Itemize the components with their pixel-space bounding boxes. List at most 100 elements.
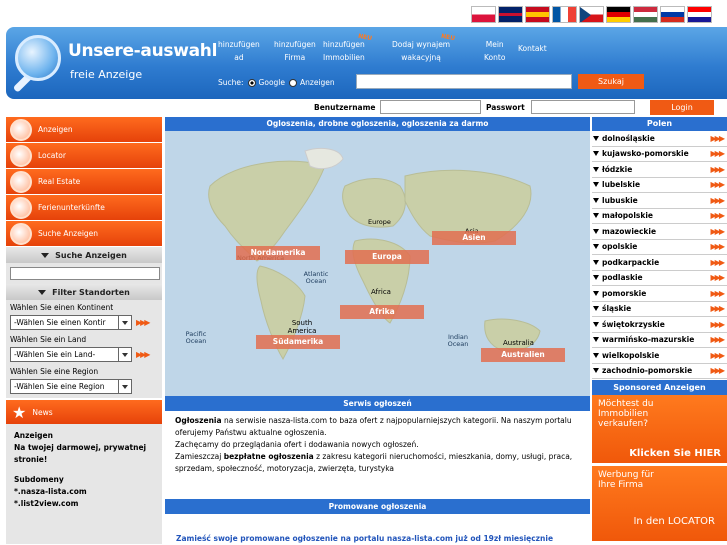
serwis-text: Ogłoszenia na serwisie nasza-lista.com t…	[175, 416, 573, 473]
anzeigen-radio-label: Anzeigen	[300, 78, 335, 87]
voivodeship-item[interactable]: łódzkie ▶▶▶	[592, 162, 727, 178]
voivodeship-item[interactable]: lubelskie ▶▶▶	[592, 177, 727, 193]
voivodeship-item[interactable]: wielkopolskie ▶▶▶	[592, 348, 727, 364]
voivodeship-label: łódzkie	[602, 164, 633, 174]
go-arrows-icon[interactable]: ▶▶▶	[711, 366, 726, 375]
triangle-down-icon	[593, 228, 599, 234]
nav-contact[interactable]: Kontakt	[518, 42, 547, 55]
promo-link[interactable]: Zamieść swoje promowane ogłoszenie na po…	[176, 534, 553, 543]
ad-real-estate[interactable]: Möchtest du Immobilien verkaufen? Klicke…	[592, 395, 727, 463]
go-arrows-icon[interactable]: ▶▶▶	[136, 318, 151, 327]
uk-flag-icon[interactable]	[498, 6, 523, 23]
search-input[interactable]	[356, 74, 572, 89]
news-body: Anzeigen Na twojej darmowej, prywatnej s…	[6, 424, 162, 544]
news-domain-1[interactable]: *.nasza-lista.com	[14, 486, 154, 498]
login-button[interactable]: Login	[650, 100, 714, 115]
voivodeship-item[interactable]: pomorskie ▶▶▶	[592, 286, 727, 302]
region-nordamerika[interactable]: Nordamerika	[236, 246, 320, 260]
voivodeship-item[interactable]: dolnośląskie ▶▶▶	[592, 131, 727, 147]
country-select[interactable]: -Wählen Sie ein Land-	[10, 347, 132, 362]
go-arrows-icon[interactable]: ▶▶▶	[711, 273, 726, 282]
filter-header[interactable]: Filter Standorten	[6, 284, 162, 300]
go-arrows-icon[interactable]: ▶▶▶	[136, 350, 151, 359]
voivodeship-item[interactable]: podlaskie ▶▶▶	[592, 270, 727, 286]
voivodeship-label: zachodnio-pomorskie	[602, 366, 693, 376]
voivodeship-item[interactable]: podkarpackie ▶▶▶	[592, 255, 727, 271]
czech-flag-icon[interactable]	[579, 6, 604, 23]
triangle-down-icon	[593, 290, 599, 296]
continent-select[interactable]: -Wählen Sie einen Kontir	[10, 315, 132, 330]
go-arrows-icon[interactable]: ▶▶▶	[711, 351, 726, 360]
magnifier-icon	[10, 144, 32, 167]
logo-title[interactable]: Unsere-auswahl	[68, 41, 217, 61]
triangle-down-icon	[593, 166, 599, 172]
username-input[interactable]	[380, 100, 481, 114]
magnifier-icon	[10, 196, 32, 219]
go-arrows-icon[interactable]: ▶▶▶	[711, 134, 726, 143]
croatian-flag-icon[interactable]	[687, 6, 712, 23]
go-arrows-icon[interactable]: ▶▶▶	[711, 165, 726, 174]
search-ads-header[interactable]: Suche Anzeigen	[6, 247, 162, 263]
spanish-flag-icon[interactable]	[525, 6, 550, 23]
voivodeship-item[interactable]: świętokrzyskie ▶▶▶	[592, 317, 727, 333]
nav-add-rental[interactable]: Dodaj wynajem wakacyjną	[392, 38, 450, 64]
news-subdomains: Subdomeny	[14, 475, 64, 484]
polen-header: Polen	[592, 117, 727, 131]
nav-add-company[interactable]: hinzufügen Firma	[274, 38, 316, 64]
search-button[interactable]: Szukaj	[578, 74, 644, 89]
nav-add-real-estate[interactable]: hinzufügen Immobilien	[323, 38, 365, 64]
french-flag-icon[interactable]	[552, 6, 577, 23]
nav-my-account[interactable]: Mein Konto	[484, 38, 505, 64]
label-south-america: South America	[287, 319, 317, 335]
region-asien[interactable]: Asien	[432, 231, 516, 245]
voivodeship-label: lubuskie	[602, 195, 638, 205]
password-input[interactable]	[531, 100, 635, 114]
go-arrows-icon[interactable]: ▶▶▶	[711, 304, 726, 313]
go-arrows-icon[interactable]: ▶▶▶	[711, 149, 726, 158]
voivodeship-item[interactable]: śląskie ▶▶▶	[592, 301, 727, 317]
menu-suche-anzeigen[interactable]: Suche Anzeigen	[6, 221, 162, 246]
voivodeship-item[interactable]: małopolskie ▶▶▶	[592, 208, 727, 224]
login-bar: Benutzername Passwort Login	[0, 99, 727, 117]
region-europa[interactable]: Europa	[345, 250, 429, 264]
menu-locator[interactable]: Locator	[6, 143, 162, 168]
polish-flag-icon[interactable]	[471, 6, 496, 23]
voivodeship-item[interactable]: kujawsko-pomorskie ▶▶▶	[592, 146, 727, 162]
label-australia: Australia	[503, 339, 534, 347]
google-radio[interactable]	[247, 78, 256, 87]
go-arrows-icon[interactable]: ▶▶▶	[711, 289, 726, 298]
voivodeship-item[interactable]: warmińsko-mazurskie ▶▶▶	[592, 332, 727, 348]
world-map[interactable]: North America Europe Asia Africa South A…	[165, 131, 590, 396]
news-header: ★ News	[6, 400, 162, 424]
go-arrows-icon[interactable]: ▶▶▶	[711, 335, 726, 344]
region-afrika[interactable]: Afrika	[340, 305, 424, 319]
ads-search-input[interactable]	[10, 267, 160, 280]
hungarian-flag-icon[interactable]	[633, 6, 658, 23]
go-arrows-icon[interactable]: ▶▶▶	[711, 258, 726, 267]
go-arrows-icon[interactable]: ▶▶▶	[711, 211, 726, 220]
go-arrows-icon[interactable]: ▶▶▶	[711, 227, 726, 236]
region-select[interactable]: -Wählen Sie eine Region	[10, 379, 132, 394]
voivodeship-item[interactable]: mazowieckie ▶▶▶	[592, 224, 727, 240]
anzeigen-radio[interactable]	[289, 78, 297, 87]
menu-ferienunterkuenfte[interactable]: Ferienunterkünfte	[6, 195, 162, 220]
go-arrows-icon[interactable]: ▶▶▶	[711, 320, 726, 329]
voivodeship-item[interactable]: lubuskie ▶▶▶	[592, 193, 727, 209]
news-domain-2[interactable]: *.list2view.com	[14, 498, 154, 510]
go-arrows-icon[interactable]: ▶▶▶	[711, 196, 726, 205]
german-flag-icon[interactable]	[606, 6, 631, 23]
voivodeship-item[interactable]: opolskie ▶▶▶	[592, 239, 727, 255]
voivodeship-item[interactable]: zachodnio-pomorskie ▶▶▶	[592, 363, 727, 379]
region-australien[interactable]: Australien	[481, 348, 565, 362]
voivodeship-label: opolskie	[602, 242, 638, 252]
go-arrows-icon[interactable]: ▶▶▶	[711, 180, 726, 189]
menu-real-estate[interactable]: Real Estate	[6, 169, 162, 194]
ad-company-locator[interactable]: Werbung für Ihre Firma In den LOCATOR	[592, 466, 727, 541]
news-anzeigen: Anzeigen	[14, 431, 53, 440]
region-suedamerika[interactable]: Südamerika	[256, 335, 340, 349]
go-arrows-icon[interactable]: ▶▶▶	[711, 242, 726, 251]
continent-label: Wählen Sie einen Kontinent	[6, 300, 162, 314]
nav-add-ad[interactable]: hinzufügen ad	[218, 38, 260, 64]
russian-flag-icon[interactable]	[660, 6, 685, 23]
menu-anzeigen[interactable]: Anzeigen	[6, 117, 162, 142]
